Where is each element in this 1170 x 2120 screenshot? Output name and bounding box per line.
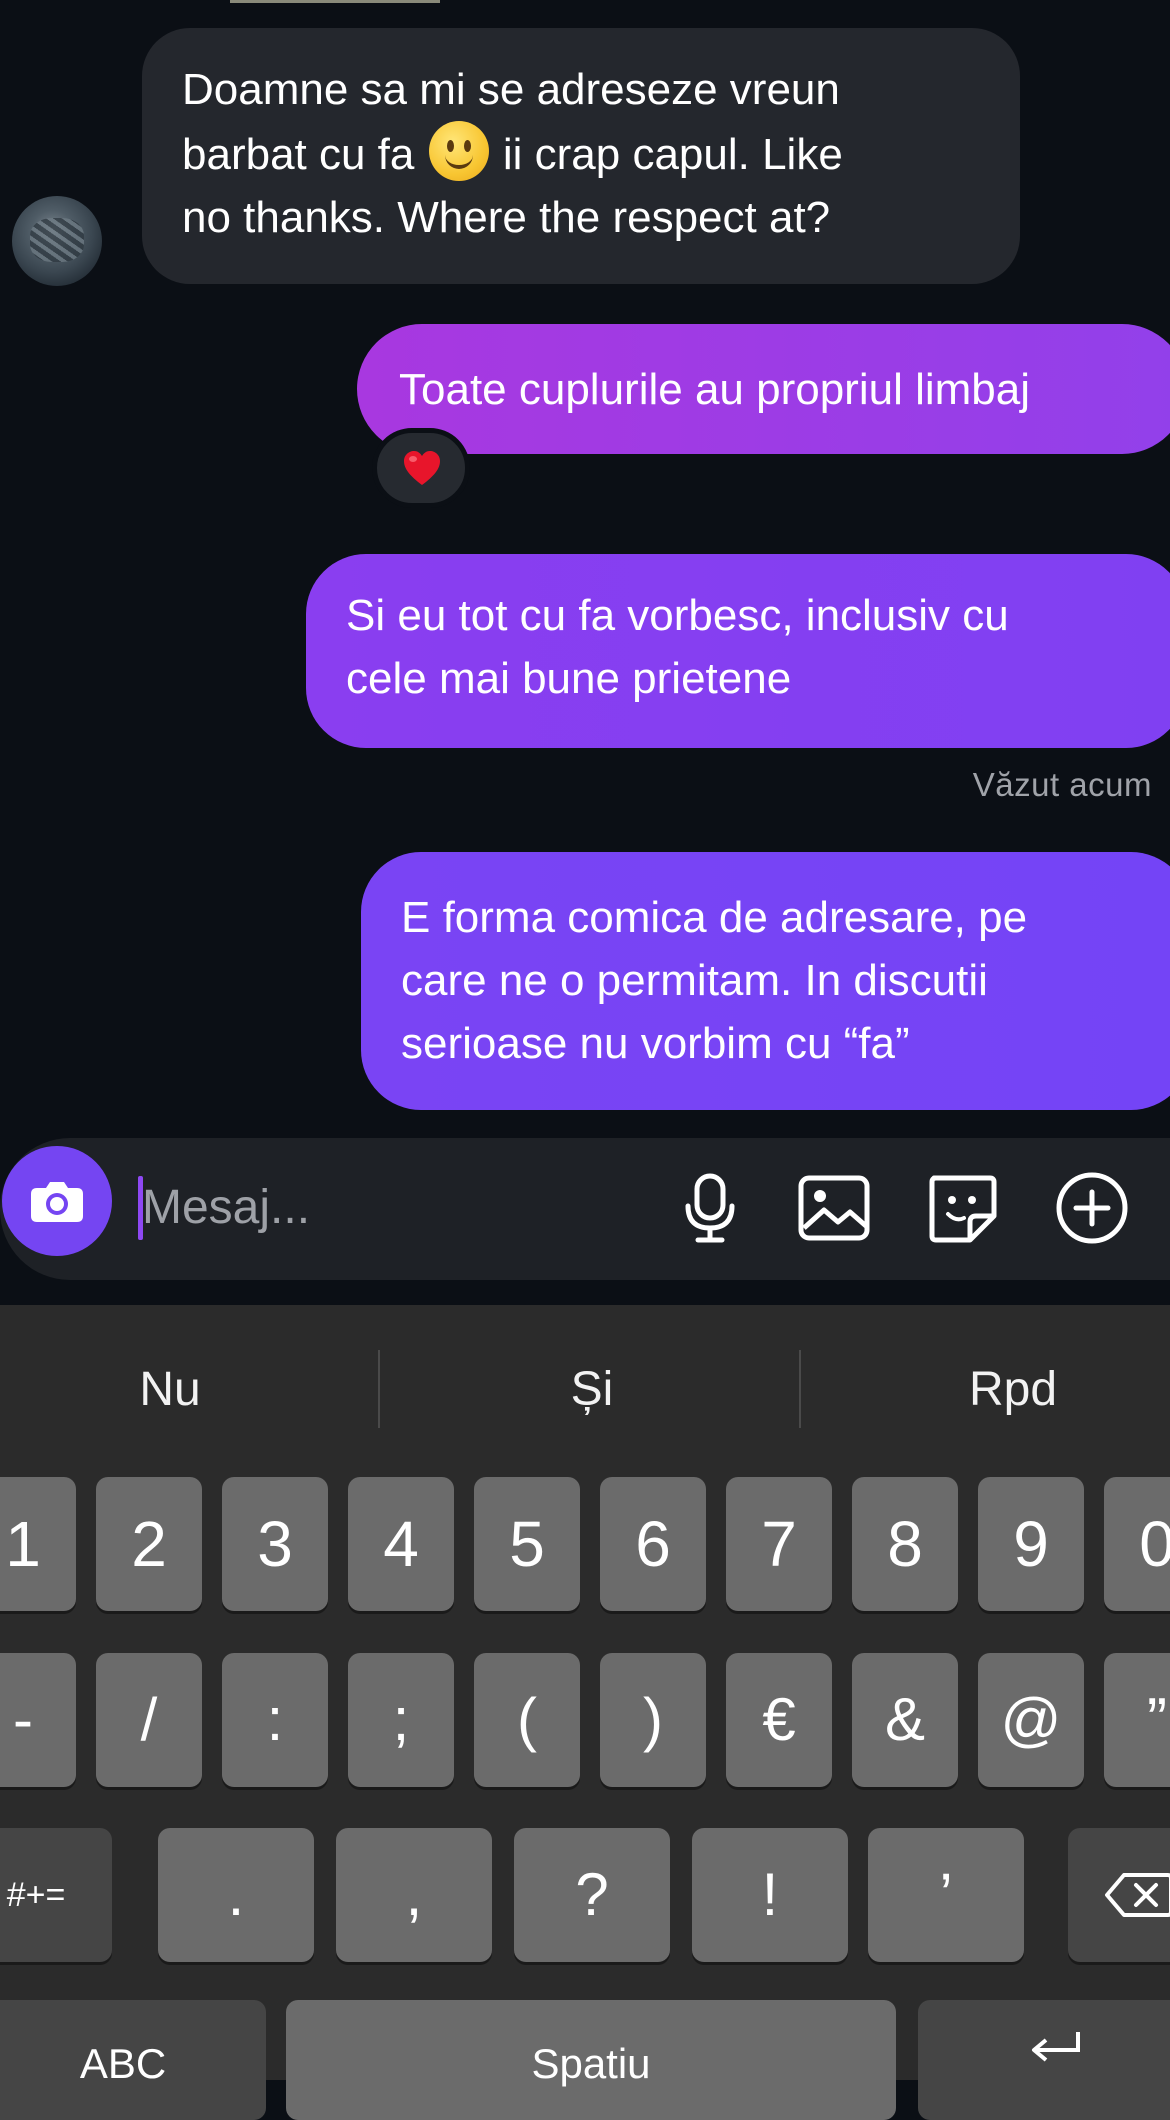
suggestion-divider [378, 1350, 380, 1428]
message-text: barbat cu fa [182, 130, 415, 179]
outgoing-message-bubble[interactable]: Si eu tot cu fa vorbesc, inclusiv cu cel… [306, 554, 1170, 748]
red-heart-icon [404, 451, 440, 485]
microphone-icon[interactable] [672, 1170, 748, 1246]
key-comma[interactable]: , [336, 1828, 492, 1962]
suggestion-rpd[interactable]: Rpd [863, 1350, 1163, 1430]
message-text: Toate cuplurile au propriul limbaj [399, 365, 1030, 414]
key-question[interactable]: ? [514, 1828, 670, 1962]
key-hyphen[interactable]: - [0, 1653, 76, 1787]
key-open-paren[interactable]: ( [474, 1653, 580, 1787]
previous-message-edge [230, 0, 440, 3]
key-euro[interactable]: € [726, 1653, 832, 1787]
return-key[interactable] [918, 2000, 1170, 2120]
contact-avatar[interactable] [12, 196, 102, 286]
message-line: barbat cu fa ii crap capul. Like [182, 121, 980, 186]
message-line: Doamne sa mi se adreseze vreun [182, 65, 840, 114]
key-9[interactable]: 9 [978, 1477, 1084, 1611]
sticker-icon[interactable] [924, 1170, 1000, 1246]
key-7[interactable]: 7 [726, 1477, 832, 1611]
seen-status: Văzut acum [972, 766, 1152, 803]
outgoing-message-bubble[interactable]: E forma comica de adresare, pe care ne o… [361, 852, 1170, 1110]
key-semicolon[interactable]: ; [348, 1653, 454, 1787]
message-line: cele mai bune prietene [346, 654, 792, 703]
slightly-smiling-face-emoji-icon [428, 121, 489, 181]
conversation-view: Doamne sa mi se adreseze vreun barbat cu… [0, 0, 1170, 1130]
message-text: ii crap capul. Like [502, 130, 843, 179]
key-0[interactable]: 0 [1104, 1477, 1170, 1611]
return-icon [1032, 2032, 1080, 2062]
key-2[interactable]: 2 [96, 1477, 202, 1611]
key-8[interactable]: 8 [852, 1477, 958, 1611]
key-more-symbols[interactable]: #+= [0, 1828, 112, 1962]
suggestion-nu[interactable]: Nu [20, 1350, 320, 1430]
key-apostrophe[interactable]: ’ [868, 1828, 1024, 1962]
incoming-message-bubble[interactable]: Doamne sa mi se adreseze vreun barbat cu… [142, 28, 1020, 284]
abc-key[interactable]: ABC [0, 2000, 266, 2120]
camera-icon [31, 1182, 83, 1222]
gallery-icon[interactable] [796, 1170, 872, 1246]
plus-icon[interactable] [1054, 1170, 1130, 1246]
key-ampersand[interactable]: & [852, 1653, 958, 1787]
key-3[interactable]: 3 [222, 1477, 328, 1611]
key-4[interactable]: 4 [348, 1477, 454, 1611]
key-period[interactable]: . [158, 1828, 314, 1962]
key-close-paren[interactable]: ) [600, 1653, 706, 1787]
key-quote[interactable]: ” [1104, 1653, 1170, 1787]
key-at[interactable]: @ [978, 1653, 1084, 1787]
message-line: no thanks. Where the respect at? [182, 193, 831, 242]
message-reaction[interactable] [372, 428, 470, 508]
message-line: care ne o permitam. In discutii [401, 956, 988, 1005]
message-line: serioase nu vorbim cu “fa” [401, 1019, 910, 1068]
message-line: Si eu tot cu fa vorbesc, inclusiv cu [346, 591, 1009, 640]
backspace-key[interactable] [1068, 1828, 1170, 1962]
backspace-icon [1105, 1873, 1170, 1917]
outgoing-message-bubble[interactable]: Toate cuplurile au propriul limbaj [357, 324, 1170, 454]
message-line: E forma comica de adresare, pe [401, 893, 1028, 942]
key-5[interactable]: 5 [474, 1477, 580, 1611]
suggestion-si[interactable]: Și [442, 1350, 742, 1430]
key-colon[interactable]: : [222, 1653, 328, 1787]
key-slash[interactable]: / [96, 1653, 202, 1787]
suggestion-divider [799, 1350, 801, 1428]
key-6[interactable]: 6 [600, 1477, 706, 1611]
space-key[interactable]: Spatiu [286, 2000, 896, 2120]
message-input[interactable] [142, 1172, 642, 1242]
key-exclamation[interactable]: ! [692, 1828, 848, 1962]
key-1[interactable]: 1 [0, 1477, 76, 1611]
camera-button[interactable] [2, 1146, 112, 1256]
